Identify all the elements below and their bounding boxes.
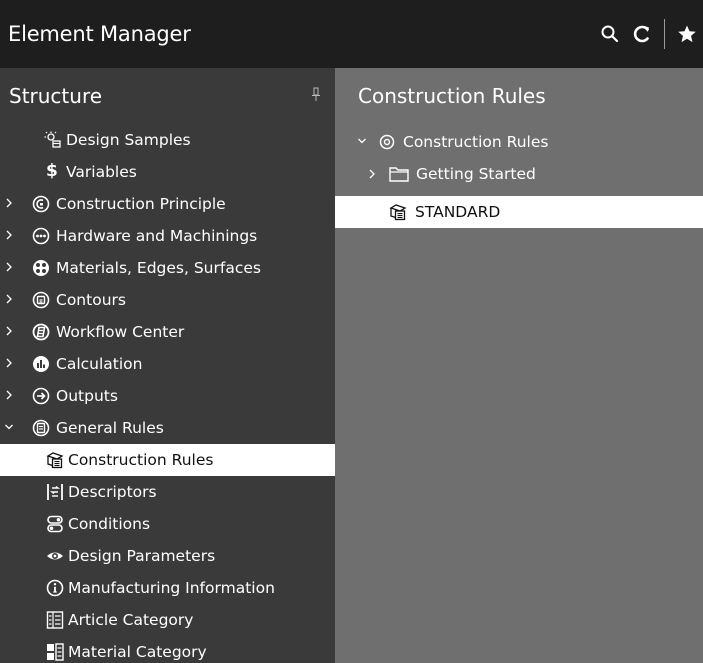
conditions-icon	[46, 515, 64, 533]
chevron-down-icon[interactable]	[357, 135, 367, 147]
construction-principle-icon	[32, 195, 50, 213]
chevron-right-icon[interactable]	[4, 261, 14, 273]
tree-item-label: Variables	[66, 163, 137, 181]
tree-item-design-parameters[interactable]: Design Parameters	[0, 540, 335, 572]
tree-item-label: Manufacturing Information	[68, 579, 275, 597]
refresh-icon	[633, 25, 649, 43]
eye-icon	[46, 547, 64, 565]
tree-item-label: Design Samples	[66, 131, 191, 149]
dollar-icon: $	[46, 161, 58, 181]
rule-tree-item-label: STANDARD	[415, 203, 501, 221]
tree-item-material-category[interactable]: Material Category	[0, 636, 335, 663]
rule-tree-item-getting-started[interactable]: Getting Started	[335, 158, 703, 190]
tree-item-materials-edges-surfaces[interactable]: Materials, Edges, Surfaces	[0, 252, 335, 284]
calculation-icon	[32, 355, 50, 373]
tree-item-conditions[interactable]: Conditions	[0, 508, 335, 540]
search-button[interactable]	[594, 18, 626, 50]
target-icon	[379, 134, 395, 150]
rule-tree-item-standard[interactable]: STANDARD	[335, 196, 703, 228]
tree-item-workflow-center[interactable]: Workflow Center	[0, 316, 335, 348]
tree-item-design-samples[interactable]: Design Samples	[0, 124, 335, 156]
tree-item-manufacturing-information[interactable]: Manufacturing Information	[0, 572, 335, 604]
chevron-right-icon[interactable]	[4, 229, 14, 241]
structure-panel-header: Structure	[0, 68, 335, 124]
toolbar-separator	[664, 19, 665, 49]
tree-item-hardware-and-machinings[interactable]: Hardware and Machinings	[0, 220, 335, 252]
pin-icon[interactable]	[309, 86, 323, 104]
construction-rules-panel-header: Construction Rules	[335, 68, 703, 124]
design-samples-icon	[44, 131, 62, 149]
construction-rules-panel: Construction Rules Construction Rules Ge…	[335, 68, 703, 663]
article-category-icon	[46, 611, 64, 629]
tree-item-contours[interactable]: Contours	[0, 284, 335, 316]
tree-item-label: Descriptors	[68, 483, 157, 501]
tree-item-label: General Rules	[56, 419, 164, 437]
general-rules-icon	[32, 419, 50, 437]
tree-item-label: Construction Rules	[68, 451, 214, 469]
favorite-button[interactable]	[671, 18, 703, 50]
title-bar: Element Manager	[0, 0, 703, 68]
materials-icon	[32, 259, 50, 277]
contours-icon	[32, 291, 50, 309]
tree-item-variables[interactable]: $ Variables	[0, 156, 335, 188]
tree-item-label: Hardware and Machinings	[56, 227, 258, 245]
construction-rules-panel-title: Construction Rules	[358, 84, 546, 108]
chevron-right-icon[interactable]	[4, 389, 14, 401]
workflow-icon	[32, 323, 50, 341]
tree-item-outputs[interactable]: Outputs	[0, 380, 335, 412]
refresh-button[interactable]	[626, 18, 658, 50]
chevron-down-icon[interactable]	[4, 421, 14, 433]
tree-item-label: Contours	[56, 291, 126, 309]
chevron-right-icon[interactable]	[4, 197, 14, 209]
tree-item-label: Article Category	[68, 611, 194, 629]
tree-item-descriptors[interactable]: Descriptors	[0, 476, 335, 508]
tree-item-calculation[interactable]: Calculation	[0, 348, 335, 380]
star-icon	[678, 25, 696, 43]
search-icon	[601, 25, 619, 43]
construction-rules-icon	[389, 203, 407, 221]
chevron-right-icon[interactable]	[4, 325, 14, 337]
descriptors-icon	[46, 483, 64, 501]
chevron-right-icon[interactable]	[4, 357, 14, 369]
tree-item-construction-rules[interactable]: Construction Rules	[0, 444, 335, 476]
structure-panel: Structure Design Samples $ Variables Con…	[0, 68, 335, 663]
construction-rules-icon	[46, 451, 64, 469]
chevron-right-icon[interactable]	[367, 168, 377, 180]
structure-panel-title: Structure	[9, 84, 103, 108]
rule-tree-item-construction-rules[interactable]: Construction Rules	[335, 126, 703, 158]
app-title: Element Manager	[8, 22, 191, 46]
info-icon	[46, 579, 64, 597]
chevron-right-icon[interactable]	[4, 293, 14, 305]
tree-item-article-category[interactable]: Article Category	[0, 604, 335, 636]
tree-item-label: Workflow Center	[56, 323, 185, 341]
tree-item-label: Design Parameters	[68, 547, 216, 565]
tree-item-label: Material Category	[68, 643, 207, 661]
tree-item-label: Materials, Edges, Surfaces	[56, 259, 261, 277]
rule-tree-item-label: Getting Started	[416, 165, 536, 183]
rule-tree-item-label: Construction Rules	[403, 133, 549, 151]
title-toolbar	[594, 0, 703, 68]
material-category-icon	[46, 643, 64, 661]
tree-item-label: Construction Principle	[56, 195, 226, 213]
tree-item-construction-principle[interactable]: Construction Principle	[0, 188, 335, 220]
tree-item-general-rules[interactable]: General Rules	[0, 412, 335, 444]
tree-item-label: Calculation	[56, 355, 143, 373]
tree-item-label: Outputs	[56, 387, 118, 405]
folder-icon	[389, 167, 409, 182]
tree-item-label: Conditions	[68, 515, 151, 533]
hardware-icon	[32, 227, 50, 245]
outputs-icon	[32, 387, 50, 405]
